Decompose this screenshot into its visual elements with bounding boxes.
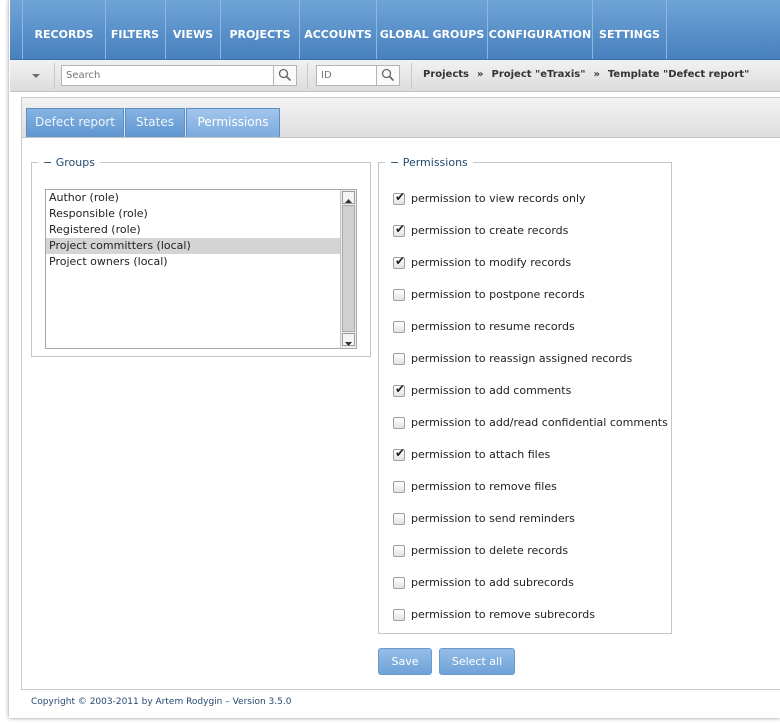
scroll-up-button[interactable] [342,191,355,204]
id-input[interactable] [317,66,377,85]
permission-checkbox[interactable] [393,545,405,557]
select-all-button[interactable]: Select all [439,648,515,675]
permission-label[interactable]: permission to add subrecords [411,575,574,591]
breadcrumb-separator: » [477,69,484,80]
breadcrumb-projects[interactable]: Projects [423,69,469,80]
groups-list: Author (role) Responsible (role) Registe… [46,190,356,270]
permission-label[interactable]: permission to reassign assigned records [411,351,632,367]
permissions-legend[interactable]: − Permissions [385,156,473,169]
permissions-fieldset: − Permissions ✔ permission to view record… [378,156,672,634]
search-box [61,65,297,86]
main-nav: RECORDS FILTERS VIEWS PROJECTS ACCOUNTS … [10,0,780,60]
nav-views[interactable]: VIEWS [166,0,221,59]
scroll-down-button[interactable] [342,333,355,346]
tab-states[interactable]: States [125,108,185,137]
list-item[interactable]: Author (role) [46,190,341,206]
check-icon: ✔ [395,446,406,460]
breadcrumb-template: Template "Defect report" [607,69,750,80]
breadcrumb: Projects » Project "eTraxis" » Template "Def… [423,69,749,80]
permission-checkbox[interactable] [393,353,405,365]
search-button[interactable] [273,66,296,85]
groups-legend[interactable]: − Groups [38,156,100,169]
permission-label[interactable]: permission to add/read confidential comm… [411,415,668,431]
permission-checkbox[interactable] [393,481,405,493]
permission-checkbox[interactable]: ✔ [393,446,406,461]
permission-label[interactable]: permission to resume records [411,319,575,335]
search-input[interactable] [62,66,270,85]
arrow-down-icon [345,342,352,346]
button-bar: Save Select all [378,648,678,675]
permission-label[interactable]: permission to delete records [411,543,568,559]
nav-filters[interactable]: FILTERS [105,0,166,59]
tab-bar: Defect report States Permissions [22,98,780,138]
tab-permissions[interactable]: Permissions [186,108,280,137]
scrollbar[interactable] [340,190,356,348]
permission-label[interactable]: permission to remove subrecords [411,607,595,623]
permission-label[interactable]: permission to create records [411,223,568,239]
check-icon: ✔ [395,382,406,396]
permission-checkbox[interactable] [393,577,405,589]
chevron-down-icon[interactable] [22,63,55,89]
permission-checkbox[interactable]: ✔ [393,190,406,205]
tab-defect-report[interactable]: Defect report [26,108,124,137]
groups-listbox[interactable]: Author (role) Responsible (role) Registe… [45,189,357,349]
breadcrumb-project[interactable]: Project "eTraxis" [491,69,585,80]
permission-label[interactable]: permission to add comments [411,383,571,399]
nav-configuration[interactable]: CONFIGURATION [488,0,593,59]
id-search-button[interactable] [376,66,399,85]
permission-label[interactable]: permission to send reminders [411,511,575,527]
divider [307,63,308,89]
divider [411,63,412,89]
permission-checkbox[interactable]: ✔ [393,254,406,269]
content-panel: Defect report States Permissions − Group… [21,97,780,690]
save-button[interactable]: Save [378,648,432,675]
check-icon: ✔ [395,190,406,204]
permission-checkbox[interactable]: ✔ [393,382,406,397]
list-item[interactable]: Project owners (local) [46,254,341,270]
nav-projects[interactable]: PROJECTS [221,0,300,59]
permission-checkbox[interactable] [393,513,405,525]
permission-label[interactable]: permission to postpone records [411,287,585,303]
permission-checkbox[interactable] [393,321,405,333]
permission-label[interactable]: permission to remove files [411,479,557,495]
toolbar: Projects » Project "eTraxis" » Template "Def… [10,60,780,92]
nav-settings[interactable]: SETTINGS [593,0,667,59]
list-item[interactable]: Project committers (local) [46,238,341,254]
check-icon: ✔ [395,254,406,268]
magnifier-icon [278,68,292,82]
scrollbar-thumb[interactable] [342,205,355,332]
magnifier-icon [381,68,395,82]
permission-label[interactable]: permission to attach files [411,447,550,463]
footer-copyright[interactable]: Copyright © 2003-2011 by Artem Rodygin –… [31,697,291,707]
permission-label[interactable]: permission to view records only [411,191,586,207]
id-search-box [316,65,400,86]
breadcrumb-separator: » [593,69,600,80]
nav-global-groups[interactable]: GLOBAL GROUPS [377,0,488,59]
permission-checkbox[interactable] [393,417,405,429]
list-item[interactable]: Responsible (role) [46,206,341,222]
nav-records[interactable]: RECORDS [22,0,106,59]
permission-label[interactable]: permission to modify records [411,255,571,271]
permission-checkbox[interactable] [393,609,405,621]
check-icon: ✔ [395,222,406,236]
nav-accounts[interactable]: ACCOUNTS [300,0,377,59]
permission-checkbox[interactable]: ✔ [393,222,406,237]
groups-fieldset: − Groups Author (role) Responsible (role… [31,156,371,357]
list-item[interactable]: Registered (role) [46,222,341,238]
permission-checkbox[interactable] [393,289,405,301]
